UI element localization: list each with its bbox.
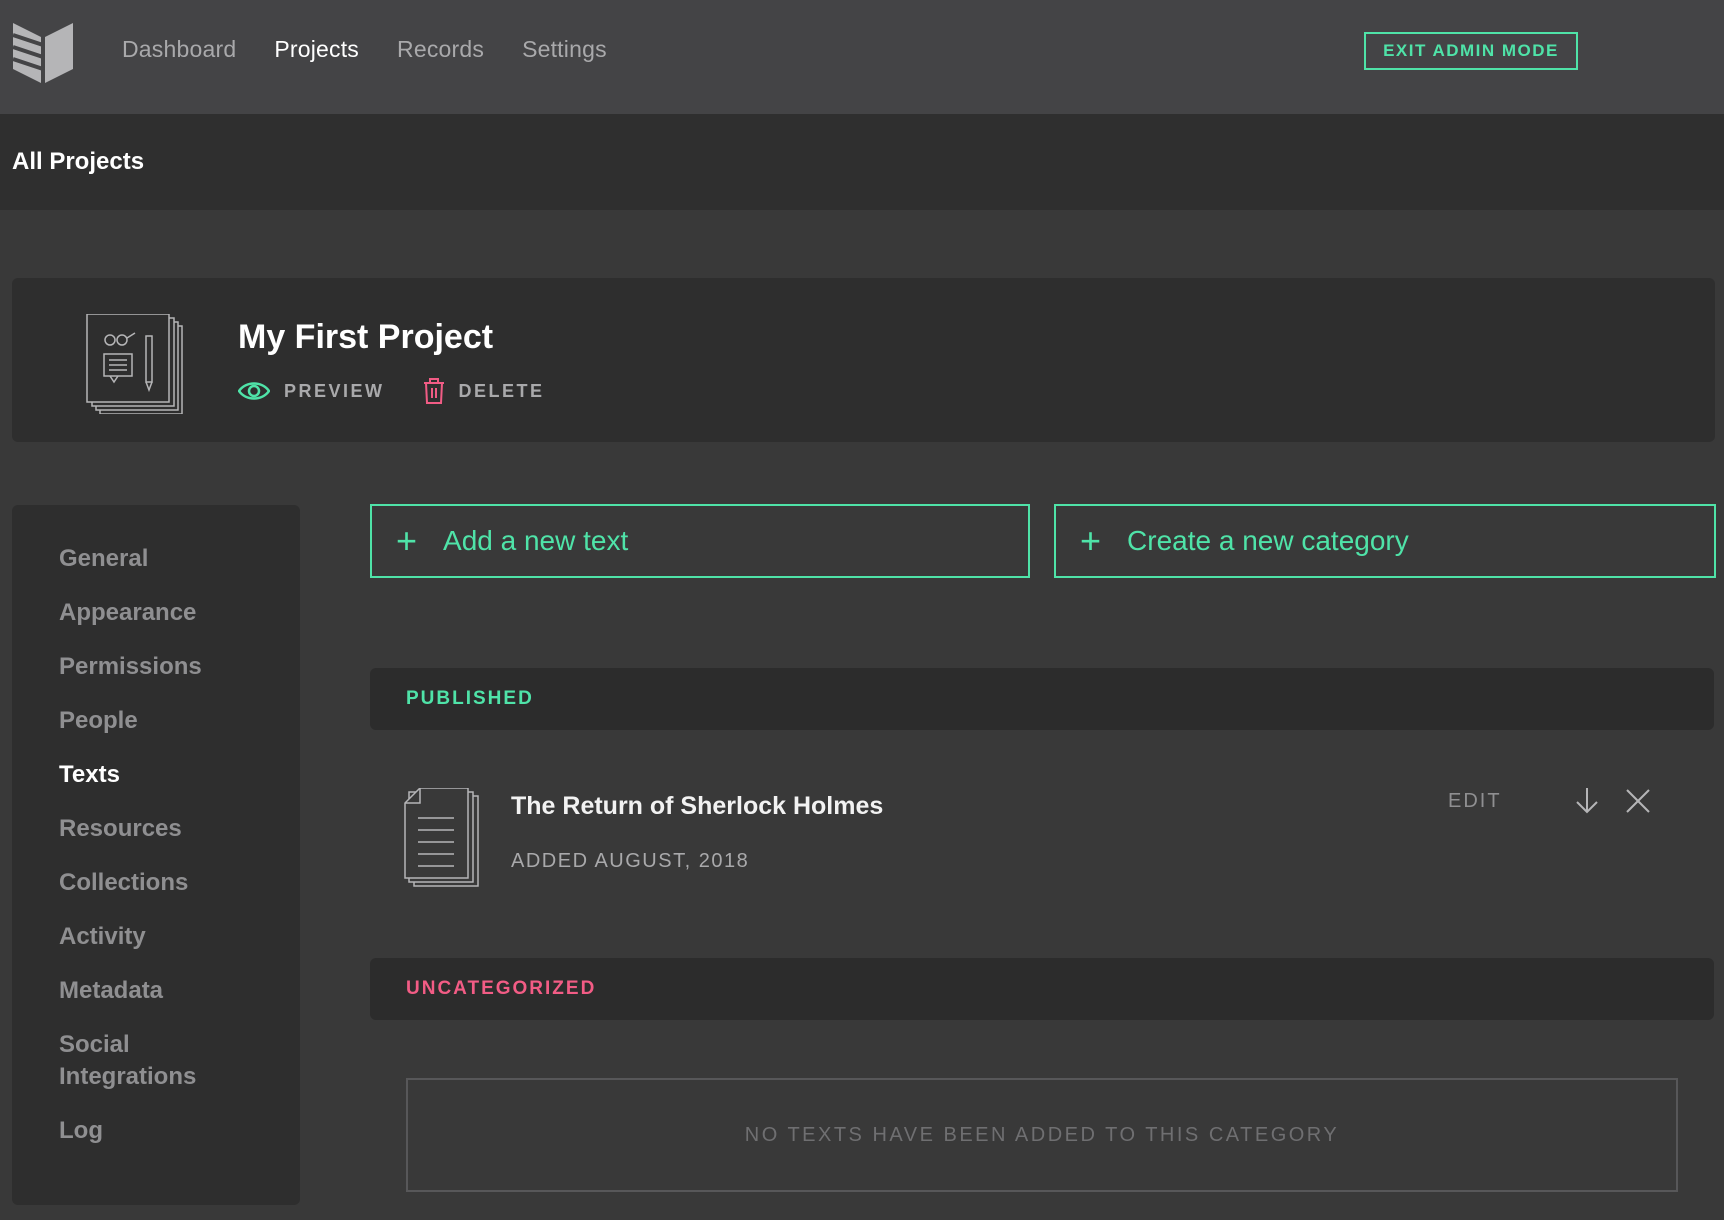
category-label: PUBLISHED [406, 688, 534, 709]
sidebar-menu: General Appearance Permissions People Te… [59, 543, 259, 1169]
category-label: UNCATEGORIZED [406, 978, 597, 999]
project-sidebar: General Appearance Permissions People Te… [12, 505, 300, 1205]
delete-label: DELETE [458, 380, 545, 401]
category-header-published: PUBLISHED [370, 668, 1714, 730]
sidebar-item-activity[interactable]: Activity [59, 921, 259, 953]
text-title[interactable]: The Return of Sherlock Holmes [511, 792, 883, 821]
eye-icon [238, 382, 270, 400]
create-category-label: Create a new category [1127, 525, 1409, 556]
empty-category-message: NO TEXTS HAVE BEEN ADDED TO THIS CATEGOR… [744, 1123, 1340, 1146]
trash-icon [423, 378, 444, 404]
sidebar-item-appearance[interactable]: Appearance [59, 597, 259, 629]
project-header-card: My First Project PREVIEW DELETE [12, 278, 1715, 442]
sidebar-item-people[interactable]: People [59, 705, 259, 737]
page-title: All Projects [12, 148, 145, 175]
empty-category-placeholder: NO TEXTS HAVE BEEN ADDED TO THIS CATEGOR… [406, 1078, 1678, 1192]
arrow-down-icon[interactable] [1574, 786, 1600, 816]
main-nav: Dashboard Projects Records Settings [122, 36, 607, 63]
text-list-item: The Return of Sherlock Holmes ADDED AUGU… [370, 780, 1714, 900]
add-new-text-button[interactable]: + Add a new text [370, 504, 1030, 578]
nav-records[interactable]: Records [397, 36, 484, 63]
sidebar-item-general[interactable]: General [59, 543, 259, 575]
top-navigation-bar: Dashboard Projects Records Settings EXIT… [0, 0, 1724, 114]
project-thumbnail-icon [86, 314, 183, 414]
document-icon [404, 788, 479, 887]
nav-settings[interactable]: Settings [522, 36, 607, 63]
plus-icon: + [396, 520, 418, 561]
preview-label: PREVIEW [284, 380, 385, 401]
text-added-date: ADDED AUGUST, 2018 [511, 850, 750, 872]
close-icon[interactable] [1625, 788, 1651, 814]
edit-text-button[interactable]: EDIT [1448, 790, 1502, 813]
nav-dashboard[interactable]: Dashboard [122, 36, 236, 63]
plus-icon: + [1080, 520, 1102, 561]
sidebar-item-log[interactable]: Log [59, 1115, 259, 1147]
sidebar-item-permissions[interactable]: Permissions [59, 651, 259, 683]
preview-action[interactable]: PREVIEW [238, 381, 385, 402]
sidebar-item-social-integrations[interactable]: Social Integrations [59, 1029, 259, 1093]
delete-action[interactable]: DELETE [423, 378, 545, 404]
create-category-button[interactable]: + Create a new category [1054, 504, 1716, 578]
sidebar-item-resources[interactable]: Resources [59, 813, 259, 845]
sidebar-item-texts[interactable]: Texts [59, 759, 259, 791]
category-header-uncategorized: UNCATEGORIZED [370, 958, 1714, 1020]
project-title: My First Project [238, 318, 494, 356]
add-new-text-label: Add a new text [443, 525, 629, 556]
sidebar-item-collections[interactable]: Collections [59, 867, 259, 899]
project-actions: PREVIEW DELETE [238, 378, 583, 404]
page-header: All Projects [0, 114, 1724, 210]
logo-icon[interactable] [13, 23, 73, 83]
exit-admin-mode-button[interactable]: EXIT ADMIN MODE [1364, 32, 1578, 70]
nav-projects[interactable]: Projects [274, 36, 359, 63]
sidebar-item-metadata[interactable]: Metadata [59, 975, 259, 1007]
